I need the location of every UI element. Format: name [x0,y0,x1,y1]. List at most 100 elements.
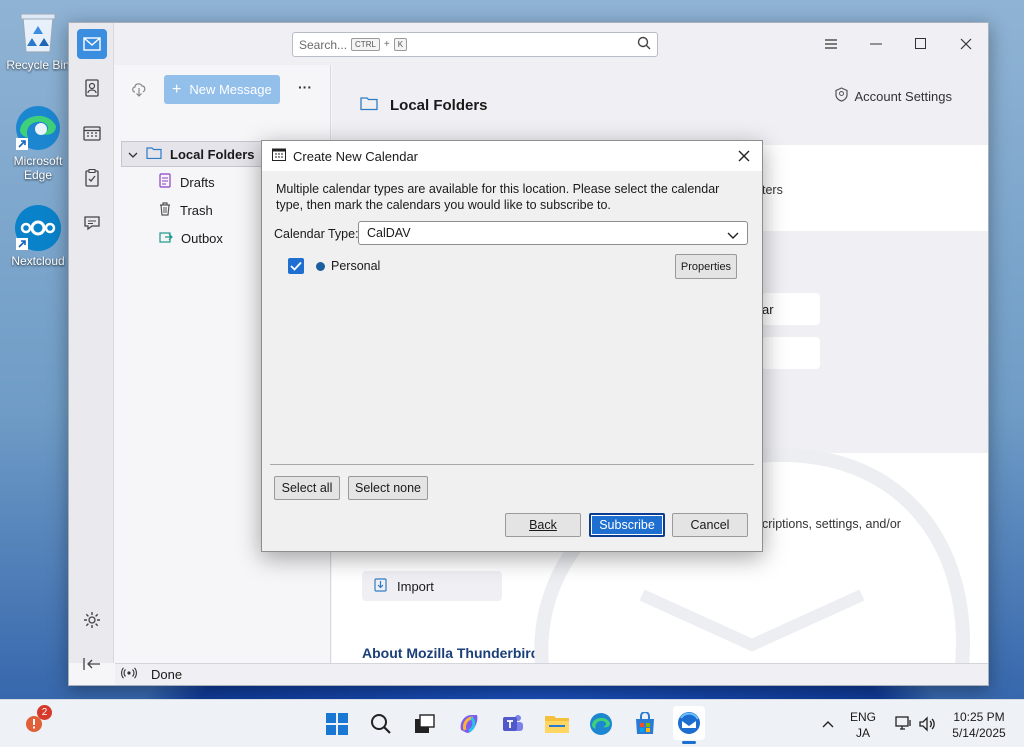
calendar-space-icon[interactable] [77,118,107,148]
setup-calendar-label: ar [762,302,774,317]
minimize-button[interactable] [865,33,887,55]
dialog-close-button[interactable] [734,146,754,166]
shortcut-ctrl: CTRL [351,38,380,51]
folder-icon [146,146,162,162]
chevron-up-icon[interactable] [814,710,842,738]
back-button[interactable]: Back [505,513,581,537]
dialog-divider [270,464,754,465]
desktop-icon-recycle-bin[interactable]: Recycle Bin [6,8,70,72]
folder-label: Drafts [180,174,215,190]
close-icon [738,150,750,162]
volume-icon[interactable] [913,710,941,738]
online-status-icon[interactable] [121,667,137,682]
calendar-icon [272,148,286,164]
drafts-icon [159,173,171,191]
select-all-button[interactable]: Select all [274,476,340,500]
desktop-icon-label: Recycle Bin [6,58,70,72]
desktop-icon-label: Nextcloud [11,254,65,268]
file-explorer-icon[interactable] [543,710,571,738]
desktop-icon-edge[interactable]: Microsoft Edge [6,104,70,182]
settings-gear-icon[interactable] [77,605,107,635]
desktop-icon-nextcloud[interactable]: Nextcloud [6,204,70,268]
teams-icon[interactable] [499,710,527,738]
notification-badge: 2 [37,705,52,720]
status-text: Done [151,667,183,682]
copilot-icon[interactable] [455,710,483,738]
subscribe-button[interactable]: Subscribe [589,513,665,537]
thunderbird-taskbar-icon[interactable] [673,706,705,744]
clock[interactable]: 10:25 PM 5/14/2025 [944,709,1014,741]
desktop-icon-label: Microsoft Edge [13,154,63,182]
get-messages-icon[interactable] [131,81,147,100]
edge-icon [14,104,62,152]
select-none-button[interactable]: Select none [348,476,428,500]
chevron-down-icon [128,147,138,162]
close-window-button[interactable] [955,33,977,55]
setup-option-button[interactable] [762,337,820,369]
dialog-description: Multiple calendar types are available fo… [276,182,720,212]
status-bar: Done [115,663,988,685]
import-button[interactable]: Import [362,571,502,601]
clock-time: 10:25 PM [953,710,1005,724]
folder-label: Outbox [181,230,223,246]
search-icon [637,36,651,53]
start-menu-icon[interactable] [323,710,351,738]
folder-label: Trash [180,202,213,218]
new-message-label: New Message [189,82,272,97]
collapse-toolbar-icon[interactable] [77,649,107,679]
language-line2: JA [855,726,870,740]
about-heading: About Mozilla Thunderbird [362,645,540,661]
main-header: Local Folders [332,65,988,145]
trash-icon [159,201,171,219]
tasks-space-icon[interactable] [77,163,107,193]
dialog-title-bar: Create New Calendar [262,141,762,171]
maximize-button[interactable] [910,33,932,55]
chat-space-icon[interactable] [77,208,107,238]
create-calendar-dialog: Create New Calendar Multiple calendar ty… [261,140,763,552]
chevron-down-icon [727,229,739,243]
calendar-type-select[interactable]: CalDAV [358,221,748,245]
global-search-input[interactable]: Search... CTRL + K [292,32,658,57]
microsoft-store-icon[interactable] [631,710,659,738]
account-settings-icon [834,87,849,105]
spaces-toolbar [69,23,114,670]
windows-taskbar: 2 ENG JA 10:25 PM 5/14/2025 [0,699,1024,747]
recycle-bin-icon [14,8,62,56]
task-view-icon[interactable] [411,710,439,738]
setup-calendar-button[interactable]: ar [762,293,820,325]
calendar-properties-button[interactable]: Properties [675,254,737,279]
shortcut-plus: + [383,39,390,50]
import-label: Import [397,578,434,594]
notification-alert-icon[interactable]: 2 [20,705,52,736]
calendar-list-item: Personal [288,258,380,274]
folder-pane-more-button[interactable]: ··· [298,79,312,95]
mail-space-icon[interactable] [77,29,107,59]
page-title: Local Folders [390,96,488,114]
dialog-title: Create New Calendar [293,148,419,164]
plus-icon: + [172,80,182,98]
calendar-color-dot [316,261,325,271]
account-settings-link[interactable]: Account Settings [834,87,952,105]
partial-text-filters: ters [762,183,783,197]
calendar-type-label: Calendar Type: [274,227,359,241]
clock-date: 5/14/2025 [952,726,1006,740]
account-settings-label: Account Settings [854,88,952,104]
new-message-button[interactable]: + New Message [164,75,280,104]
shortcut-k: K [393,38,408,51]
calendar-type-value: CalDAV [367,226,411,240]
app-menu-icon[interactable] [820,33,842,55]
outbox-icon [159,230,173,247]
cancel-button[interactable]: Cancel [672,513,748,537]
search-icon[interactable] [367,710,395,738]
calendar-checkbox[interactable] [288,258,304,274]
checkmark-icon [290,261,302,271]
folder-icon [360,96,378,115]
search-placeholder: Search... [299,37,348,52]
language-line1: ENG [849,710,876,724]
folder-label: Local Folders [170,146,255,162]
title-bar: Search... CTRL + K [69,23,988,65]
address-book-icon[interactable] [77,73,107,103]
calendar-name: Personal [331,259,381,273]
edge-taskbar-icon[interactable] [587,710,615,738]
language-indicator[interactable]: ENG JA [846,709,880,741]
